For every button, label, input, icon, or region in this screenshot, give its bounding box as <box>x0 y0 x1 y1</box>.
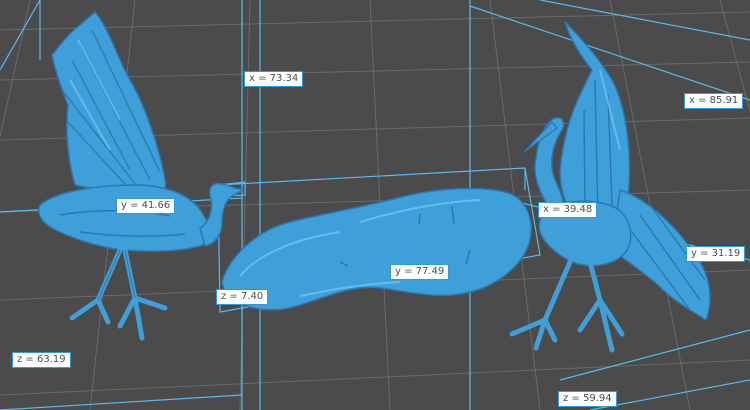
left-heron-z-dimension: z = 63.19 <box>12 352 71 368</box>
left-heron-model[interactable] <box>38 10 246 341</box>
right-heron-x-dimension: x = 39.48 <box>538 202 598 218</box>
left-heron-y-dimension: y = 41.66 <box>116 198 176 214</box>
3d-viewport[interactable]: x = 73.34 y = 41.66 z = 63.19 y = 77.49 … <box>0 0 750 410</box>
right-heron-z-dimension: z = 59.94 <box>558 391 617 407</box>
rock-base-model[interactable] <box>221 187 532 311</box>
right-heron-model[interactable] <box>509 21 711 353</box>
left-heron-x-dimension: x = 73.34 <box>244 71 304 87</box>
rock-y-dimension: y = 77.49 <box>390 264 450 280</box>
right-heron-y-dimension: y = 31.19 <box>686 246 746 262</box>
scene-canvas[interactable] <box>0 0 750 410</box>
right-heron-x2-dimension: x = 85.91 <box>684 93 744 109</box>
rock-z-dimension: z = 7.40 <box>216 289 269 305</box>
